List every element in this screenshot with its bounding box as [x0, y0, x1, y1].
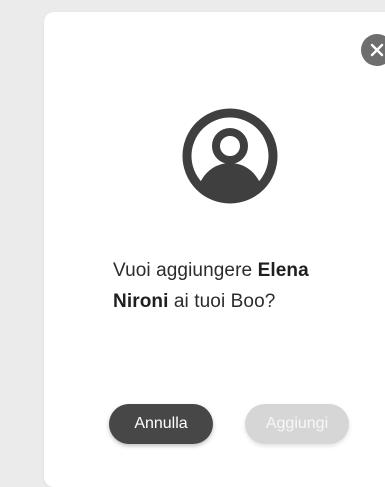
- message-suffix: ai tuoi Boo?: [168, 291, 276, 312]
- add-button[interactable]: Aggiungi: [245, 404, 349, 444]
- user-name-first: Elena: [257, 260, 309, 281]
- message-prefix: Vuoi aggiungere: [113, 260, 258, 281]
- close-button[interactable]: [361, 34, 385, 66]
- confirmation-message: Vuoi aggiungere Elena Nironi ai tuoi Boo?: [113, 255, 373, 317]
- screen: Vuoi aggiungere Elena Nironi ai tuoi Boo?…: [0, 0, 385, 487]
- cancel-button[interactable]: Annulla: [109, 404, 213, 444]
- user-circle-icon: [179, 105, 281, 207]
- user-name-last: Nironi: [113, 291, 169, 312]
- close-icon: [370, 43, 384, 57]
